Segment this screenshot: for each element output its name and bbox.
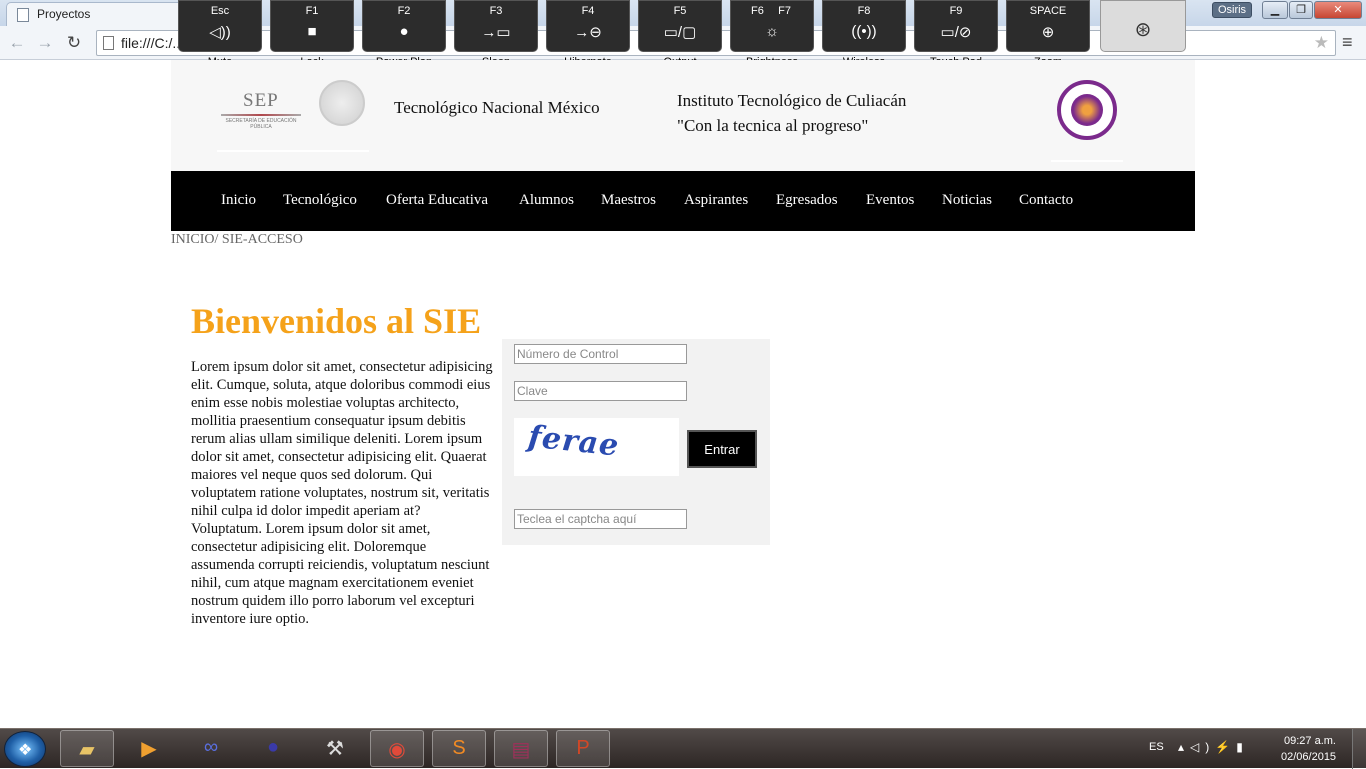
touchpad-icon: ▭/⊘ xyxy=(940,24,972,41)
nav-item-alumnos[interactable]: Alumnos xyxy=(519,192,574,209)
sep-logo-subtitle: SECRETARÍA DE EDUCACIÓN PÚBLICA xyxy=(225,118,297,130)
fn-key-f9: F9 ▭/⊘ xyxy=(914,0,998,52)
nav-item-egresados[interactable]: Egresados xyxy=(776,192,838,209)
fn-key-f8: F8 ((•)) xyxy=(822,0,906,52)
nav-item-aspirantes[interactable]: Aspirantes xyxy=(684,192,748,209)
breadcrumb: INICIO/ SIE-ACCESO xyxy=(171,232,303,247)
bookmark-star-icon[interactable]: ★ xyxy=(1314,33,1329,53)
control-number-input[interactable] xyxy=(514,344,687,364)
intro-paragraph: Lorem ipsum dolor sit amet, consectetur … xyxy=(191,359,493,627)
enter-button[interactable]: Entrar xyxy=(687,430,757,468)
maximize-button[interactable]: ❐ xyxy=(1289,1,1313,19)
start-button[interactable]: ❖ xyxy=(4,731,46,767)
nav-item-maestros[interactable]: Maestros xyxy=(601,192,656,209)
infinity-icon: ∞ xyxy=(203,736,219,758)
reload-icon[interactable]: ↻ xyxy=(63,32,85,54)
file-icon xyxy=(103,36,114,50)
sep-logo[interactable]: SEP SECRETARÍA DE EDUCACIÓN PÚBLICA xyxy=(215,84,325,154)
taskbar-media-player[interactable]: ▶ xyxy=(122,730,176,767)
site-header: SEP SECRETARÍA DE EDUCACIÓN PÚBLICA Tecn… xyxy=(171,60,1195,171)
itc-logo[interactable] xyxy=(1057,80,1117,140)
fn-key-f1: F1 ■ xyxy=(270,0,354,52)
captcha-image: ferae xyxy=(514,418,679,476)
mute-icon: ◁)) xyxy=(209,24,231,41)
sleep-icon: →▭ xyxy=(481,24,511,41)
windows-logo-icon: ❖ xyxy=(18,742,33,759)
tools-icon: ⚒ xyxy=(326,738,344,760)
back-icon[interactable]: ← xyxy=(6,32,28,54)
fn-key-esc: Esc ◁)) xyxy=(178,0,262,52)
page-icon xyxy=(17,8,29,22)
nav-item-eventos[interactable]: Eventos xyxy=(866,192,914,209)
fn-key-f3: F3 →▭ xyxy=(454,0,538,52)
powerpoint-icon: P xyxy=(576,737,590,759)
taskbar-chrome[interactable]: ◉ xyxy=(370,730,424,767)
chrome-menu-icon[interactable]: ≡ xyxy=(1342,32,1353,53)
taskbar-winrar[interactable]: ▤ xyxy=(494,730,548,767)
stethoscope-icon: ⊛ xyxy=(1134,19,1152,41)
fn-key-space: SPACE ⊕ xyxy=(1006,0,1090,52)
show-desktop-button[interactable] xyxy=(1352,729,1366,769)
taskbar-powerpoint[interactable]: P xyxy=(556,730,610,767)
main-nav: Inicio Tecnológico Oferta Educativa Alum… xyxy=(171,171,1195,231)
taskbar-file-explorer[interactable]: ▰ xyxy=(60,730,114,767)
taskbar-sublime[interactable]: S xyxy=(432,730,486,767)
institute-name: Instituto Tecnológico de Culiacán xyxy=(677,91,907,110)
fn-key-f2: F2 ● xyxy=(362,0,446,52)
nav-item-noticias[interactable]: Noticias xyxy=(942,192,992,209)
clock-time[interactable]: 09:27 a.m. xyxy=(1284,735,1336,747)
tecnm-title[interactable]: Tecnológico Nacional México xyxy=(394,98,600,118)
fn-key-f6-f7: F6 F7 ☼ xyxy=(730,0,814,52)
fn-key-f4: F4 →⊖ xyxy=(546,0,630,52)
captcha-input[interactable] xyxy=(514,509,687,529)
minimize-button[interactable]: ▁ xyxy=(1262,1,1288,19)
login-form: ferae Entrar xyxy=(502,339,770,545)
close-button[interactable]: ✕ xyxy=(1314,1,1362,19)
wireless-icon: ((•)) xyxy=(851,23,877,40)
zoom-icon: ⊕ xyxy=(1041,24,1055,41)
power-plan-icon: ● xyxy=(399,23,409,40)
institute-motto: "Con la tecnica al progreso" xyxy=(677,116,869,135)
taskbar-eclipse[interactable]: ● xyxy=(246,730,300,767)
brightness-icon: ☼ xyxy=(765,23,779,40)
hibernate-icon: →⊖ xyxy=(574,24,602,41)
eclipse-icon: ● xyxy=(266,736,280,758)
nav-item-oferta-educativa[interactable]: Oferta Educativa xyxy=(386,192,488,209)
password-input[interactable] xyxy=(514,381,687,401)
sublime-icon: S xyxy=(452,737,466,759)
sep-logo-text: SEP xyxy=(243,90,279,111)
divider xyxy=(1051,160,1123,162)
forward-icon[interactable]: → xyxy=(34,32,56,54)
nav-item-tecnologico[interactable]: Tecnológico xyxy=(283,192,357,209)
nav-item-inicio[interactable]: Inicio xyxy=(221,192,256,209)
folder-icon: ▰ xyxy=(79,739,95,761)
fn-key-settings: ⊛ xyxy=(1100,0,1186,52)
nav-item-contacto[interactable]: Contacto xyxy=(1019,192,1073,209)
output-icon: ▭/▢ xyxy=(663,24,697,41)
page-title: Bienvenidos al SIE xyxy=(191,301,482,341)
taskbar-tools[interactable]: ⚒ xyxy=(308,730,362,767)
divider xyxy=(217,150,369,152)
system-tray-icons[interactable]: ▴◁)⚡▮ xyxy=(1178,740,1249,754)
captcha-text: ferae xyxy=(526,419,621,464)
tab-title: Proyectos xyxy=(37,7,91,21)
media-player-icon: ▶ xyxy=(141,738,157,760)
winrar-icon: ▤ xyxy=(511,739,531,761)
language-indicator[interactable]: ES xyxy=(1149,741,1164,753)
address-text: file:///C:/... xyxy=(121,35,185,51)
fn-key-f5: F5 ▭/▢ xyxy=(638,0,722,52)
mexico-seal-icon xyxy=(319,80,365,126)
windows-taskbar: ❖ ▰ ▶ ∞ ● ⚒ ◉ S ▤ P ES ▴◁)⚡▮ 09:27 a.m. … xyxy=(0,728,1366,769)
taskbar-infinity-app[interactable]: ∞ xyxy=(184,730,238,767)
clock-date[interactable]: 02/06/2015 xyxy=(1281,751,1336,763)
user-badge[interactable]: Osiris xyxy=(1212,2,1252,18)
chrome-icon: ◉ xyxy=(388,739,406,761)
lock-icon: ■ xyxy=(307,23,317,40)
